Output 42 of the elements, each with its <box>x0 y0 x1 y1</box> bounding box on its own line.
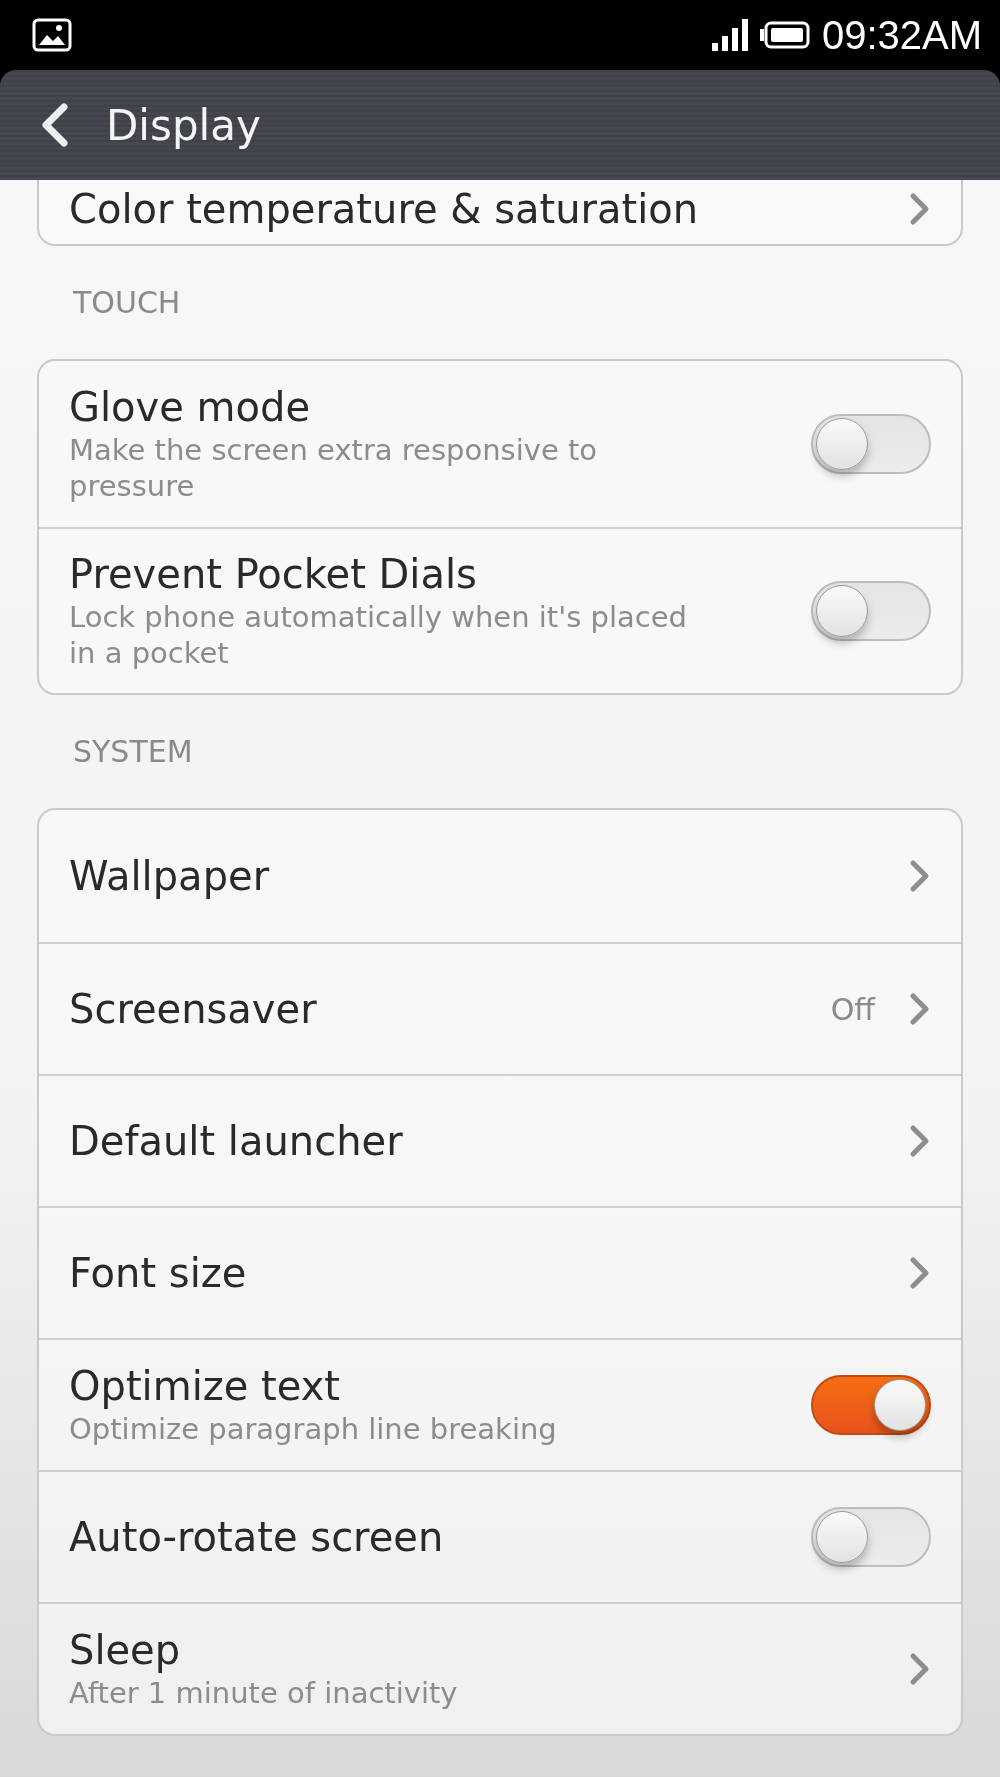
clock: 09:32AM <box>821 12 982 58</box>
setting-title: Default launcher <box>69 1118 404 1164</box>
settings-row[interactable]: Default launcher <box>39 1074 961 1206</box>
settings-row[interactable]: Color temperature & saturation <box>39 180 961 244</box>
toggle-switch[interactable] <box>811 414 931 474</box>
signal-icon <box>711 19 748 51</box>
setting-title: Prevent Pocket Dials <box>69 550 478 597</box>
setting-title: Wallpaper <box>69 853 271 899</box>
settings-row[interactable]: Optimize text Optimize paragraph line breaking <box>39 1338 961 1470</box>
setting-title: Glove mode <box>69 383 311 430</box>
chevron-icon <box>909 992 931 1026</box>
settings-row[interactable]: Prevent Pocket Dials Lock phone automatically when it's placed in a pocket <box>39 527 961 693</box>
chevron-icon <box>909 1124 931 1158</box>
chevron-icon <box>909 192 931 226</box>
setting-description: Optimize paragraph line breaking <box>69 1410 558 1448</box>
setting-description: After 1 minute of inactivity <box>69 1674 459 1712</box>
setting-title: Optimize text <box>69 1362 341 1409</box>
setting-value: Off <box>830 991 875 1027</box>
settings-row[interactable]: Sleep After 1 minute of inactivity <box>39 1602 961 1734</box>
chevron-icon <box>909 1256 931 1290</box>
screen-title: Display <box>106 100 261 150</box>
toggle-switch[interactable] <box>811 581 931 641</box>
battery-icon <box>759 21 810 49</box>
toggle-switch[interactable] <box>811 1375 931 1435</box>
section-header: TOUCH <box>72 284 182 322</box>
settings-row[interactable]: Wallpaper <box>39 810 961 942</box>
settings-row[interactable]: Glove mode Make the screen extra responsive to pressure <box>39 361 961 527</box>
setting-title: Auto-rotate screen <box>69 1514 445 1560</box>
chevron-icon <box>909 859 931 893</box>
setting-title: Screensaver <box>69 986 318 1032</box>
setting-description: Lock phone automatically when it's placed in a pocket <box>69 598 688 672</box>
setting-title: Color temperature & saturation <box>69 186 700 232</box>
setting-description: Make the screen extra responsive to pressure <box>69 431 599 505</box>
section-header: SYSTEM <box>72 733 194 771</box>
setting-title: Font size <box>69 1250 248 1296</box>
chevron-icon <box>909 1652 931 1686</box>
settings-row[interactable]: Screensaver Off <box>39 942 961 1074</box>
settings-row[interactable]: Auto-rotate screen <box>39 1470 961 1602</box>
gallery-icon <box>32 18 72 52</box>
settings-row[interactable]: Font size <box>39 1206 961 1338</box>
setting-title: Sleep <box>69 1626 182 1673</box>
toggle-switch[interactable] <box>811 1507 931 1567</box>
